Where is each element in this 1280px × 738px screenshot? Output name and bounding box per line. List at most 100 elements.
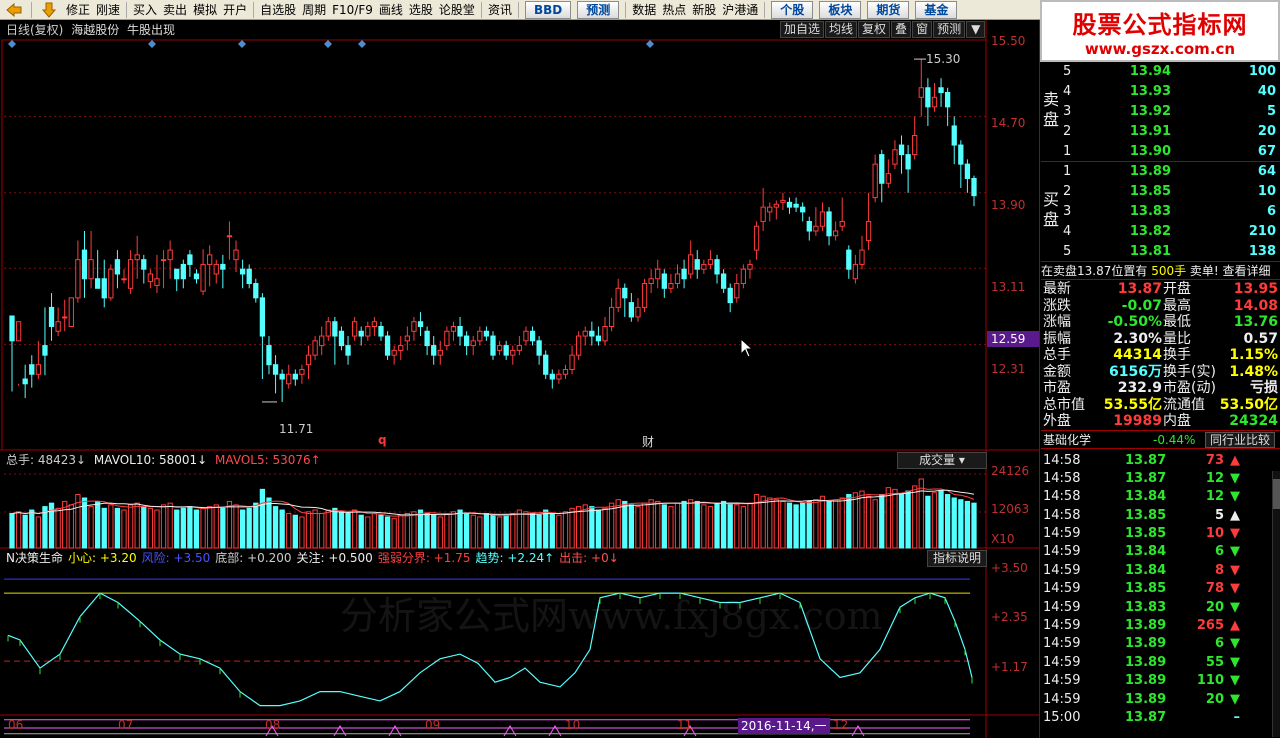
buy-order-row[interactable]: 1 13.89 64 [1041, 162, 1280, 182]
toolbar-button[interactable]: 刚速 [93, 1, 123, 19]
quote-value: 1.15% [1229, 347, 1278, 363]
tick-row: 14:59 13.89 20 ▼ [1041, 691, 1280, 709]
volume-bar [707, 506, 714, 549]
period-label[interactable]: 日线(复权) [6, 23, 63, 37]
volume-bar [312, 509, 318, 549]
toolbar-button[interactable]: 画线 [376, 1, 406, 19]
event-mark[interactable]: 财 [642, 435, 654, 449]
toolbar-button[interactable]: 热点 [659, 1, 689, 19]
chart-button[interactable]: 预测 [933, 21, 966, 38]
candle-body [945, 92, 951, 108]
chart-header: 日线(复权) 海越股份 牛股出现 [6, 23, 175, 37]
volume-bar [371, 513, 378, 549]
chart-button[interactable]: 窗 [912, 21, 933, 38]
candle-body [319, 335, 325, 347]
volume-indicator-dropdown[interactable]: 成交量 ▾ [897, 452, 987, 469]
chart-button[interactable]: 叠 [891, 21, 912, 38]
volume-bar [786, 502, 793, 549]
candle-body [253, 283, 259, 299]
back-arrow-icon[interactable] [3, 1, 25, 19]
indicator-help-button[interactable]: 指标说明 [927, 550, 987, 567]
order-level: 3 [1063, 204, 1072, 219]
current-price-tag: 12.59 [987, 331, 1039, 347]
toolbar-button[interactable]: 沪港通 [719, 1, 761, 19]
candle-body [958, 144, 964, 165]
candle-body [141, 259, 147, 270]
sell-order-row[interactable]: 1 13.90 67 [1041, 142, 1280, 162]
toolbar-button[interactable]: F10/F9 [329, 1, 376, 19]
order-volume: 64 [1257, 164, 1276, 179]
order-volume: 138 [1248, 244, 1276, 259]
candle-body [167, 249, 173, 261]
toolbar-button[interactable]: 板块 [819, 0, 862, 19]
scrollbar-thumb[interactable] [1273, 479, 1280, 509]
toolbar-button[interactable]: 选股 [406, 1, 436, 19]
buy-order-row[interactable]: 2 13.85 10 [1041, 182, 1280, 202]
toolbar-button[interactable]: 期货 [867, 0, 910, 19]
down-arrow-icon: ▼ [1230, 562, 1240, 578]
volume-bar [9, 513, 15, 549]
signal-diamond-icon[interactable] [8, 40, 16, 48]
chart-button[interactable]: 均线 [825, 21, 858, 38]
vol-axis-label: X10 [991, 532, 1015, 546]
candle-body [42, 345, 48, 356]
signal-diamond-icon[interactable] [148, 40, 156, 48]
volume-bar [819, 495, 826, 549]
chart-menu-arrow-icon[interactable]: ▼ [966, 21, 986, 38]
toolbar-button[interactable]: 模拟 [190, 1, 220, 19]
toolbar-button[interactable]: 开户 [220, 1, 250, 19]
toolbar-button[interactable]: 论股堂 [436, 1, 478, 19]
toolbar-button[interactable]: BBD [524, 0, 572, 19]
candle-body [747, 263, 753, 270]
toolbar-button[interactable]: 资讯 [485, 1, 515, 19]
signal-diamond-icon[interactable] [646, 40, 654, 48]
order-price: 13.83 [1129, 204, 1171, 219]
industry-compare-button[interactable]: 同行业比较 [1205, 431, 1276, 448]
chart-area[interactable]: 日线(复权) 海越股份 牛股出现 加自选 均线 复权叠窗预测 ▼ 15.50 14.7… [0, 20, 1040, 738]
down-arrow-icon[interactable] [38, 1, 60, 19]
toolbar-button[interactable]: 数据 [629, 1, 659, 19]
candle-body [635, 306, 641, 318]
sell-order-row[interactable]: 3 13.92 5 [1041, 102, 1280, 122]
toolbar-button[interactable]: 周期 [299, 1, 329, 19]
order-level: 4 [1063, 84, 1072, 99]
candle-body [826, 211, 832, 237]
candle-body [233, 249, 239, 261]
sector-row[interactable]: 基础化学 -0.44% 同行业比较 [1041, 431, 1280, 449]
toolbar-button[interactable]: 卖出 [160, 1, 190, 19]
big-order-notice[interactable]: 在卖盘13.87位置有 500手 卖单! 查看详细 [1041, 262, 1280, 280]
buy-order-row[interactable]: 4 13.82 210 [1041, 222, 1280, 242]
tick-scrollbar[interactable] [1272, 471, 1280, 737]
volume-bar [207, 506, 213, 549]
candle-body [81, 249, 88, 280]
toolbar-button[interactable]: 修正 [63, 1, 93, 19]
volume-bar [898, 494, 905, 549]
signal-diamond-icon[interactable] [238, 40, 246, 48]
toolbar-button[interactable]: 基金 [915, 0, 958, 19]
toolbar-button[interactable]: 新股 [689, 1, 719, 19]
buy-order-row[interactable]: 3 13.83 6 [1041, 202, 1280, 222]
candle-body [720, 273, 727, 289]
order-volume: 5 [1266, 104, 1276, 119]
order-volume: 20 [1257, 124, 1276, 139]
signal-diamond-icon[interactable] [358, 40, 366, 48]
toolbar-button[interactable]: 自选股 [257, 1, 299, 19]
candle-body [536, 340, 542, 356]
candle-body [648, 278, 654, 285]
sell-order-row[interactable]: 4 13.93 40 [1041, 82, 1280, 102]
chart-button[interactable]: 复权 [858, 21, 891, 38]
order-level: 1 [1063, 164, 1072, 179]
sell-order-row[interactable]: 2 13.91 20 [1041, 122, 1280, 142]
toolbar-button[interactable]: 预测 [577, 0, 620, 19]
event-mark[interactable]: q [378, 433, 387, 447]
chart-button[interactable]: 加自选 [780, 21, 825, 38]
toolbar-button[interactable]: 买入 [130, 1, 160, 19]
buy-order-row[interactable]: 5 13.81 138 [1041, 242, 1280, 262]
volume-bar [160, 504, 167, 549]
price-panel-border [1, 39, 987, 451]
toolbar-button[interactable]: 个股 [771, 0, 814, 19]
volume-bar [602, 507, 608, 549]
signal-diamond-icon[interactable] [324, 40, 332, 48]
sell-order-row[interactable]: 5 13.94 100 [1041, 62, 1280, 82]
notice-link[interactable]: 卖单! 查看详细 [1190, 264, 1271, 278]
